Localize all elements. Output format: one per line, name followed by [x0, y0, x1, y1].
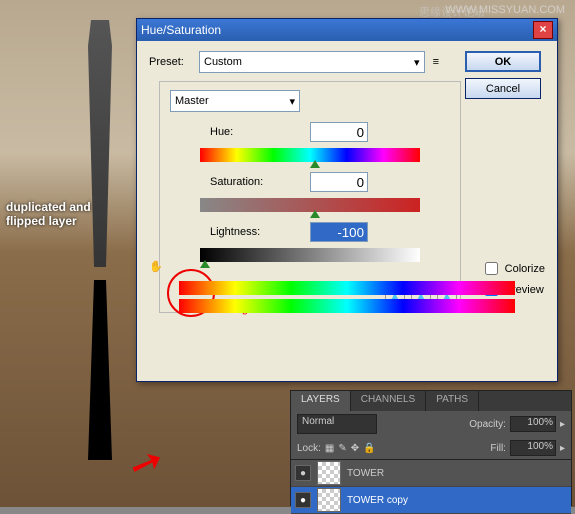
saturation-slider[interactable] — [200, 198, 420, 212]
fill-input[interactable]: 100% — [510, 440, 556, 456]
close-icon[interactable]: × — [533, 21, 553, 39]
tab-paths[interactable]: PATHS — [426, 391, 479, 411]
hue-slider[interactable] — [200, 148, 420, 162]
dialog-title: Hue/Saturation — [141, 23, 221, 37]
lock-position-icon[interactable]: ✥ — [351, 443, 359, 454]
blend-mode-select[interactable]: Normal — [297, 414, 377, 434]
layer-name: TOWER copy — [347, 495, 408, 506]
lightness-slider[interactable] — [200, 248, 420, 262]
saturation-label: Saturation: — [210, 176, 310, 188]
channel-select[interactable]: Master ▾ — [170, 90, 300, 112]
ok-button[interactable]: OK — [465, 51, 541, 72]
hue-label: Hue: — [210, 126, 310, 138]
dialog-titlebar[interactable]: Hue/Saturation × — [137, 19, 557, 41]
preset-label: Preset: — [149, 56, 199, 68]
colorize-checkbox[interactable]: Colorize — [481, 259, 545, 278]
lock-label: Lock: — [297, 443, 321, 454]
hue-bar-bottom — [179, 299, 515, 313]
hue-bar-top — [179, 281, 515, 295]
lock-all-icon[interactable]: 🔒 — [363, 443, 375, 454]
visibility-icon[interactable]: ● — [295, 465, 311, 481]
slider-thumb[interactable] — [310, 160, 320, 168]
preset-menu-icon[interactable]: ≡ — [433, 56, 439, 68]
lightness-input[interactable] — [310, 222, 368, 242]
watermark: WWW.MISSYUAN.COM — [445, 4, 565, 16]
chevron-down-icon: ▾ — [414, 56, 420, 69]
lock-transparency-icon[interactable]: ▦ — [325, 443, 334, 454]
layer-row[interactable]: ● TOWER copy — [291, 487, 571, 514]
saturation-input[interactable] — [310, 172, 368, 192]
tab-channels[interactable]: CHANNELS — [351, 391, 426, 411]
hand-tool-icon[interactable]: ✋ — [149, 260, 163, 273]
hue-saturation-dialog: Hue/Saturation × Preset: Custom ▾ ≡ OK C… — [136, 18, 558, 382]
layer-thumbnail[interactable] — [317, 461, 341, 485]
lock-paint-icon[interactable]: ✎ — [338, 443, 346, 454]
hue-input[interactable] — [310, 122, 368, 142]
layer-row[interactable]: ● TOWER — [291, 460, 571, 487]
annotation-flipped: duplicated andflipped layer — [6, 200, 91, 229]
opacity-label: Opacity: — [469, 419, 506, 430]
visibility-icon[interactable]: ● — [295, 492, 311, 508]
lightness-label: Lightness: — [210, 226, 310, 238]
preset-select[interactable]: Custom ▾ — [199, 51, 425, 73]
cancel-button[interactable]: Cancel — [465, 78, 541, 99]
layer-thumbnail[interactable] — [317, 488, 341, 512]
layer-name: TOWER — [347, 468, 384, 479]
layers-panel: LAYERS CHANNELS PATHS Normal Opacity: 10… — [290, 390, 572, 506]
chevron-down-icon: ▾ — [289, 95, 295, 108]
tab-layers[interactable]: LAYERS — [291, 391, 351, 411]
slider-thumb[interactable] — [310, 210, 320, 218]
opacity-input[interactable]: 100% — [510, 416, 556, 432]
slider-thumb[interactable] — [200, 260, 210, 268]
fill-label: Fill: — [490, 443, 506, 454]
adjustment-group: Master ▾ Hue: Saturation: Lightness: — [159, 81, 461, 313]
